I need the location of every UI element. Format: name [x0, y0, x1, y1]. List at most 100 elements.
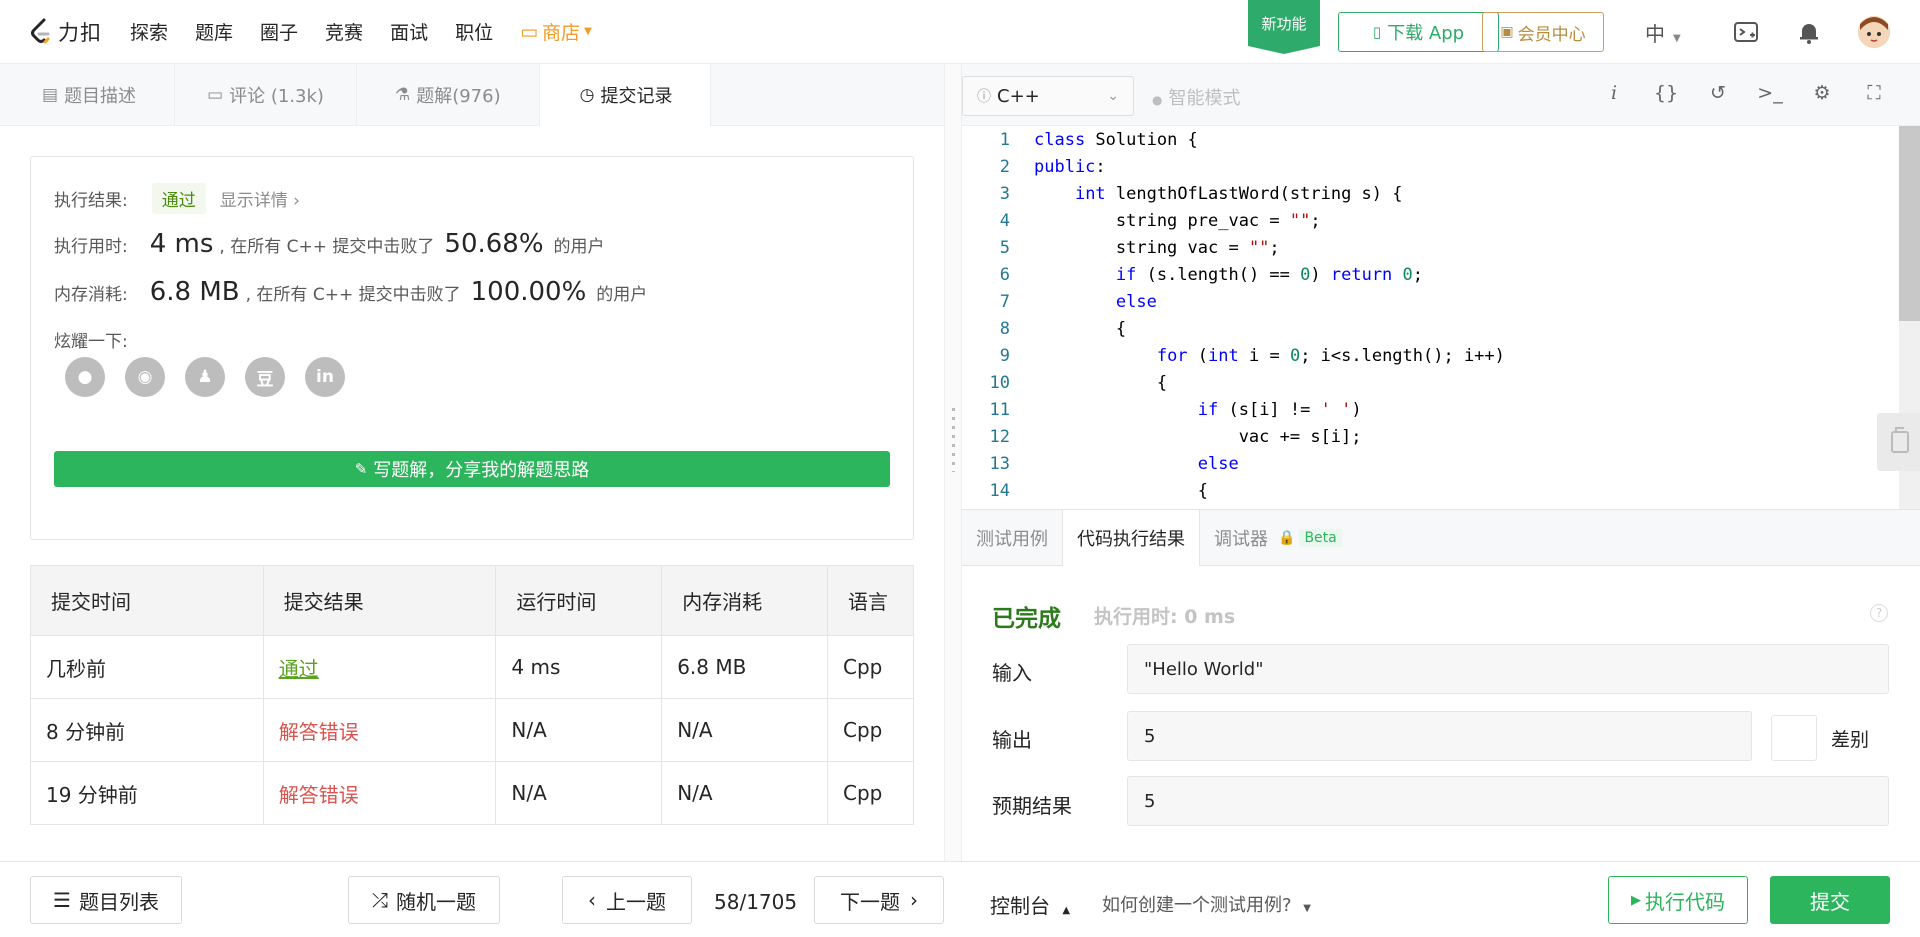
- terminal-icon[interactable]: >_: [1744, 82, 1796, 104]
- howto-testcase-link[interactable]: 如何创建一个测试用例? ▼: [1102, 891, 1311, 917]
- diff-toggle[interactable]: 差别: [1771, 714, 1869, 762]
- code-text[interactable]: if (s.length() == 0) return 0;: [1034, 265, 1423, 285]
- weibo-icon[interactable]: ◉: [125, 357, 165, 397]
- code-text[interactable]: vac += s[i];: [1034, 427, 1362, 447]
- nav-interview[interactable]: 面试: [390, 18, 428, 45]
- code-line[interactable]: 8 {: [962, 315, 1126, 342]
- download-app-button[interactable]: ▯ 下载 App: [1338, 12, 1499, 52]
- code-line[interactable]: 2 public:: [962, 153, 1106, 180]
- avatar[interactable]: [1858, 16, 1890, 48]
- playground-icon[interactable]: [1732, 18, 1760, 46]
- fullscreen-icon[interactable]: ⛶: [1848, 82, 1900, 104]
- cell-result[interactable]: 解答错误: [262, 761, 497, 825]
- editor-scrollbar-thumb[interactable]: [1899, 126, 1920, 321]
- code-line[interactable]: 1 class Solution {: [962, 126, 1198, 153]
- nav-problems[interactable]: 题库: [195, 18, 233, 45]
- random-problem-button[interactable]: ⤮ 随机一题: [348, 876, 500, 924]
- tab-testcase[interactable]: 测试用例: [962, 510, 1062, 566]
- show-detail-link[interactable]: 显示详情 ›: [220, 186, 300, 211]
- result-link[interactable]: 解答错误: [279, 783, 359, 807]
- code-line[interactable]: 11 if (s[i] != ' '): [962, 396, 1362, 423]
- code-line[interactable]: 7 else: [962, 288, 1157, 315]
- language-selector[interactable]: 中 ▼: [1645, 18, 1681, 47]
- cell-memory: N/A: [661, 698, 828, 762]
- code-text[interactable]: {: [1034, 319, 1126, 339]
- tab-debugger[interactable]: 调试器 🔒 Beta: [1200, 510, 1356, 566]
- drag-handle-icon[interactable]: [952, 408, 955, 472]
- code-text[interactable]: string vac = "";: [1034, 238, 1280, 258]
- nav-circle[interactable]: 圈子: [260, 18, 298, 45]
- code-text[interactable]: if (s[i] != ' '): [1034, 400, 1362, 420]
- console-toggle[interactable]: 控制台 ▲: [990, 890, 1070, 919]
- nav-jobs[interactable]: 职位: [455, 18, 493, 45]
- clock-icon: ◷: [579, 85, 595, 105]
- code-line[interactable]: 6 if (s.length() == 0) return 0;: [962, 261, 1423, 288]
- header-submit-time[interactable]: 提交时间: [30, 565, 264, 636]
- diff-checkbox[interactable]: [1771, 715, 1817, 761]
- vip-center-button[interactable]: ▣ 会员中心: [1482, 12, 1604, 52]
- cell-memory: N/A: [661, 761, 828, 825]
- code-line[interactable]: 9 for (int i = 0; i<s.length(); i++): [962, 342, 1505, 369]
- code-line[interactable]: 3 int lengthOfLastWord(string s) {: [962, 180, 1403, 207]
- linkedin-icon[interactable]: in: [305, 357, 345, 397]
- code-line[interactable]: 5 string vac = "";: [962, 234, 1280, 261]
- tab-debugger-label: 调试器: [1214, 529, 1268, 550]
- code-text[interactable]: {: [1034, 373, 1167, 393]
- reset-icon[interactable]: ↺: [1692, 82, 1744, 104]
- side-notes-tab[interactable]: [1877, 413, 1920, 471]
- code-line[interactable]: 12 vac += s[i];: [962, 423, 1362, 450]
- header-memory[interactable]: 内存消耗: [661, 565, 828, 636]
- braces-icon[interactable]: {}: [1640, 82, 1692, 104]
- wechat-icon[interactable]: ●: [65, 357, 105, 397]
- new-feature-badge[interactable]: 新功能: [1248, 0, 1320, 54]
- bell-icon[interactable]: [1795, 18, 1823, 46]
- code-line[interactable]: 14 {: [962, 477, 1208, 504]
- language-select[interactable]: ⓘ C++ ⌄: [962, 76, 1134, 116]
- cell-result[interactable]: 解答错误: [262, 698, 497, 762]
- tab-description[interactable]: ▤ 题目描述: [0, 64, 176, 126]
- code-text[interactable]: else: [1034, 292, 1157, 312]
- code-text[interactable]: for (int i = 0; i<s.length(); i++): [1034, 346, 1505, 366]
- code-text[interactable]: class Solution {: [1034, 130, 1198, 150]
- panel-splitter[interactable]: [944, 64, 962, 861]
- logo[interactable]: 力扣: [28, 17, 108, 47]
- chevron-down-icon: ▼: [584, 26, 592, 37]
- run-code-button[interactable]: ▶ 执行代码: [1608, 876, 1748, 924]
- memory-row: 内存消耗: 6.8 MB , 在所有 C++ 提交中击败了 100.00% 的用…: [54, 277, 647, 307]
- next-problem-button[interactable]: 下一题 ›: [814, 876, 944, 924]
- nav-explore[interactable]: 探索: [130, 18, 168, 45]
- code-line[interactable]: 13 else: [962, 450, 1239, 477]
- tab-comments[interactable]: ▭ 评论 (1.3k): [175, 64, 357, 126]
- tab-submissions[interactable]: ◷ 提交记录: [539, 64, 712, 126]
- nav-contest[interactable]: 竞赛: [325, 18, 363, 45]
- write-solution-button[interactable]: ✎ 写题解，分享我的解题思路: [54, 451, 890, 487]
- prev-problem-button[interactable]: ‹ 上一题: [562, 876, 692, 924]
- douban-icon[interactable]: 豆: [245, 357, 285, 397]
- qq-icon[interactable]: ♟: [185, 357, 225, 397]
- problem-list-button[interactable]: ☰ 题目列表: [30, 876, 182, 924]
- nav-store[interactable]: ▭ 商店 ▼: [520, 18, 592, 45]
- help-icon[interactable]: ?: [1870, 604, 1888, 622]
- header-language[interactable]: 语言: [827, 565, 914, 636]
- code-line[interactable]: 10 {: [962, 369, 1168, 396]
- cell-result[interactable]: 通过: [262, 635, 497, 699]
- submit-button[interactable]: 提交: [1770, 876, 1890, 924]
- tab-solutions[interactable]: ⚗ 题解(976): [357, 64, 540, 126]
- status-badge: 通过: [151, 183, 206, 214]
- code-text[interactable]: int lengthOfLastWord(string s) {: [1034, 184, 1403, 204]
- code-text[interactable]: else: [1034, 454, 1239, 474]
- code-editor[interactable]: 1 class Solution {2 public: 3 int lengthOfL…: [962, 126, 1899, 509]
- smart-mode-toggle[interactable]: ● 智能模式: [1152, 84, 1240, 110]
- code-line[interactable]: 4 string pre_vac = "";: [962, 207, 1321, 234]
- result-link[interactable]: 通过: [279, 657, 319, 681]
- info-icon[interactable]: i: [1588, 82, 1640, 104]
- code-text[interactable]: string pre_vac = "";: [1034, 211, 1321, 231]
- result-link[interactable]: 解答错误: [279, 720, 359, 744]
- header-runtime[interactable]: 运行时间: [495, 565, 663, 636]
- tab-run-result[interactable]: 代码执行结果: [1062, 510, 1200, 566]
- header-submit-result[interactable]: 提交结果: [262, 565, 497, 636]
- settings-icon[interactable]: ⚙: [1796, 82, 1848, 104]
- code-text[interactable]: public:: [1034, 157, 1106, 177]
- line-number: 12: [989, 426, 1010, 447]
- code-text[interactable]: {: [1034, 481, 1208, 501]
